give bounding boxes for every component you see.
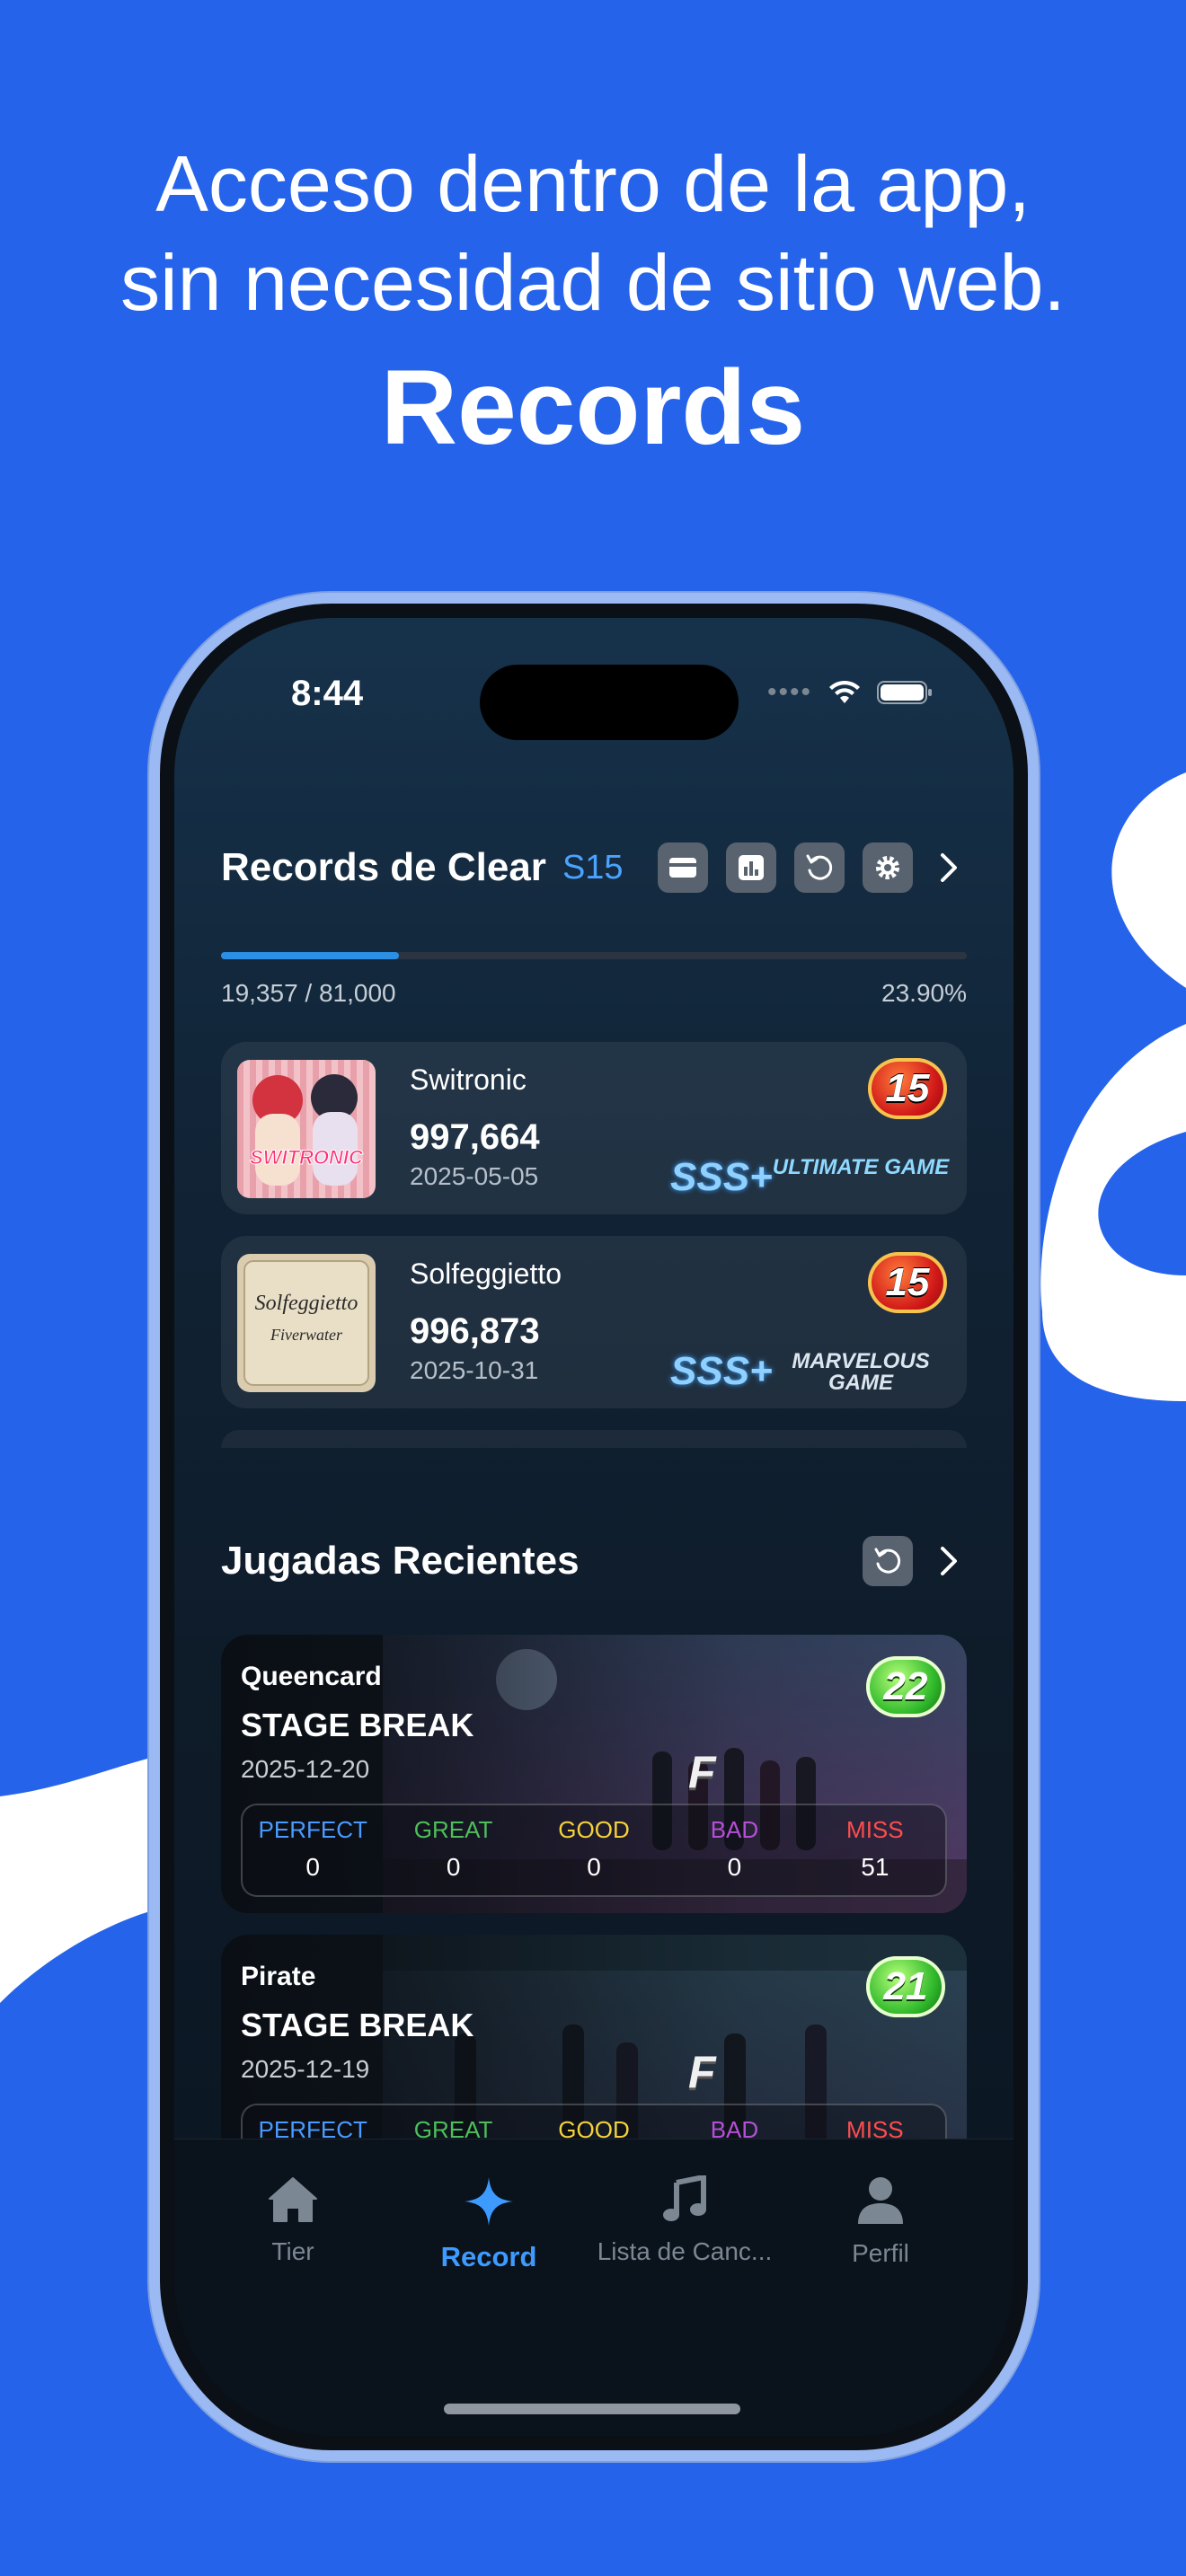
recent-plays-title: Jugadas Recientes [221,1539,580,1583]
song-jacket-image: SWITRONIC [237,1060,376,1198]
promo-headline: Acceso dentro de la app, sin necesidad d… [0,135,1186,471]
stats-button[interactable] [726,842,776,893]
play-song-title: Pirate [241,1962,316,1991]
song-jacket-image: Solfeggietto Fiverwater [237,1254,376,1392]
dynamic-island [480,665,739,740]
play-card-queencard[interactable]: Queencard STAGE BREAK 2025-12-20 22 F PE… [221,1635,967,1913]
clear-records-header: Records de Clear S15 [221,842,967,893]
tab-song-list[interactable]: Lista de Canc... [586,2174,783,2266]
card-view-button[interactable] [658,842,708,893]
tab-label: Lista de Canc... [597,2237,773,2265]
home-indicator[interactable] [444,2404,740,2414]
judgement-count-good: 0 [587,1853,601,1881]
judgement-label-good: GOOD [558,1816,630,1843]
tab-label: Perfil [852,2239,909,2267]
tab-label: Record [440,2241,537,2272]
status-icons: •••• [767,677,933,708]
music-note-icon [663,2174,706,2221]
card-icon [669,858,696,878]
refresh-icon [806,854,833,880]
play-date: 2025-12-19 [241,2055,370,2083]
record-song-title: Switronic [410,1063,527,1096]
clear-type-label: ULTIMATE GAME [772,1155,950,1179]
clear-progress-percent: 23.90% [881,979,967,1007]
settings-button[interactable] [863,842,913,893]
headline-line-2: sin necesidad de sitio web. [120,238,1066,327]
record-card-switronic[interactable]: SWITRONIC Switronic 997,664 2025-05-05 1… [221,1042,967,1214]
tab-label: Tier [271,2237,314,2265]
record-card-peek [221,1430,967,1448]
judgement-label-perfect: PERFECT [258,1816,367,1843]
tab-record[interactable]: Record [390,2175,588,2273]
judgement-count-miss: 51 [861,1853,890,1881]
chevron-right-icon [941,1547,957,1575]
jacket-title-text: Solfeggietto [255,1292,358,1315]
recent-plays-header: Jugadas Recientes [221,1536,967,1586]
cellular-signal-icon: •••• [766,677,812,707]
tab-bar: Tier Record Lista de Canc... Perfil [174,2139,1013,2436]
tab-profile[interactable]: Perfil [782,2175,979,2268]
judgement-label-bad: BAD [710,1816,759,1843]
judgement-count-perfect: 0 [305,1853,320,1881]
jacket-title-text: SWITRONIC [250,1146,364,1169]
app-screen: 8:44 •••• Records de Clear S15 19,357 / … [174,618,1013,2436]
clear-progress-count: 19,357 / 81,000 [221,979,396,1007]
judgement-count-bad: 0 [727,1853,742,1881]
judgement-panel: PERFECT 0 GREAT 0 GOOD 0 BAD 0 MISS 51 [241,1804,947,1897]
record-score: 996,873 [410,1311,540,1351]
bar-chart-icon [739,855,764,880]
chevron-right-icon [941,853,957,882]
record-date: 2025-05-05 [410,1162,539,1190]
person-icon [858,2177,903,2224]
refresh-icon [874,1548,901,1574]
play-rank: F [688,1747,716,1797]
play-date: 2025-12-20 [241,1755,370,1783]
clear-progress-bar [221,952,967,959]
record-card-solfeggietto[interactable]: Solfeggietto Fiverwater Solfeggietto 996… [221,1236,967,1408]
clear-records-title: Records de Clear [221,845,546,889]
refresh-button[interactable] [794,842,845,893]
level-badge: 21 [866,1956,945,2017]
judgement-count-great: 0 [446,1853,461,1881]
clear-records-more-button[interactable] [931,842,967,893]
tab-tier[interactable]: Tier [194,2175,392,2266]
recent-plays-more-button[interactable] [931,1536,967,1586]
play-status: STAGE BREAK [241,1707,474,1743]
clear-progress-fill [221,952,400,959]
season-label: S15 [562,848,624,887]
house-icon [269,2177,317,2222]
jacket-subtitle-text: Fiverwater [270,1326,343,1344]
play-rank: F [688,2047,716,2097]
record-song-title: Solfeggietto [410,1257,562,1290]
level-badge: 15 [868,1252,947,1313]
headline-records: Records [380,348,806,467]
level-badge: 22 [866,1656,945,1717]
status-time: 8:44 [291,674,364,713]
clear-type-label: MARVELOUS GAME [792,1349,930,1395]
rank-badge-sss-plus: SSS+ [670,1155,773,1199]
level-badge: 15 [868,1058,947,1119]
gear-icon [876,856,899,879]
play-status: STAGE BREAK [241,2007,474,2043]
battery-icon [877,681,932,704]
play-song-title: Queencard [241,1662,382,1691]
wifi-icon [829,680,860,703]
sparkle-icon [465,2177,513,2226]
judgement-label-miss: MISS [846,1816,904,1843]
record-score: 997,664 [410,1117,540,1157]
rank-badge-sss-plus: SSS+ [670,1349,773,1393]
judgement-label-great: GREAT [413,1816,493,1843]
record-date: 2025-10-31 [410,1356,539,1384]
recent-refresh-button[interactable] [863,1536,913,1586]
phone-frame: 8:44 •••• Records de Clear S15 19,357 / … [160,604,1028,2450]
headline-line-1: Acceso dentro de la app, [155,139,1031,228]
